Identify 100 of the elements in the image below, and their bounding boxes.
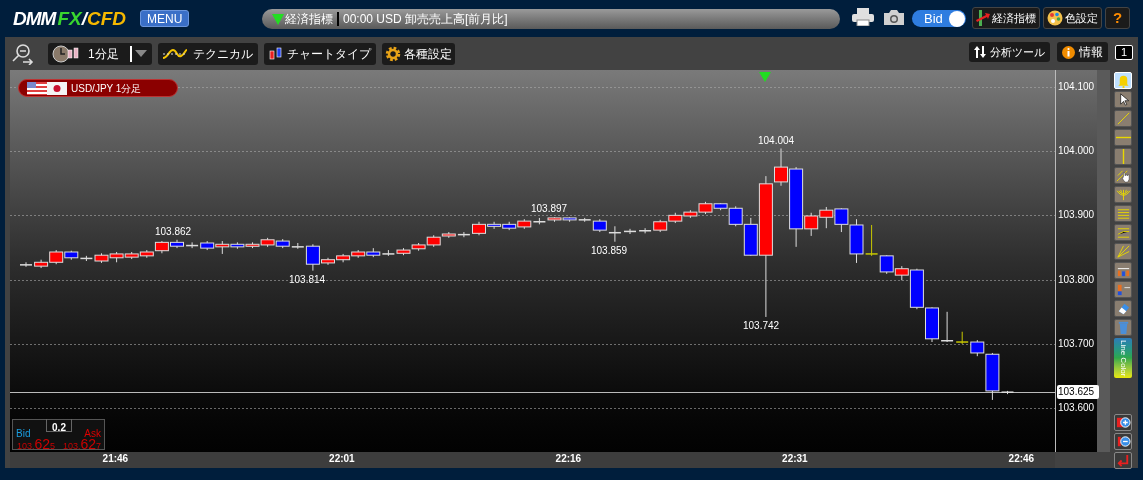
parallel-lines-tool-button[interactable] xyxy=(1114,205,1132,222)
rays-tool-button[interactable] xyxy=(1114,243,1132,260)
candle xyxy=(109,251,124,263)
candle xyxy=(683,209,698,219)
japan-flag-icon xyxy=(47,81,67,95)
candle xyxy=(275,238,290,249)
zoom-in-tool-button[interactable] xyxy=(1114,414,1132,431)
ask-price: 103.627 xyxy=(63,436,102,452)
fan-icon xyxy=(1115,187,1131,202)
channel-icon xyxy=(1115,225,1131,240)
price-label: 103.814 xyxy=(289,275,326,285)
price-tick-label: 104.100 xyxy=(1058,81,1095,92)
candle xyxy=(170,239,184,249)
parallel-lines-icon xyxy=(1115,206,1131,221)
menu-button[interactable]: MENU xyxy=(140,10,190,27)
price-label: 103.742 xyxy=(743,321,780,331)
price-tick-label: 103.700 xyxy=(1058,338,1095,349)
indicator-line-icon xyxy=(163,47,187,60)
horizontal-line-tool-button[interactable] xyxy=(1114,129,1132,146)
dropdown-caret-icon xyxy=(135,50,147,57)
rays-icon xyxy=(1115,244,1131,259)
zoom-in-icon xyxy=(1115,415,1131,430)
diagonal-line-tool-button[interactable] xyxy=(1114,110,1132,127)
price-tick-label: 103.800 xyxy=(1058,274,1095,285)
price-label: 103.862 xyxy=(155,227,192,237)
candle xyxy=(139,249,154,259)
technical-button[interactable]: テクニカル xyxy=(158,42,258,65)
settings-button[interactable]: 各種設定 xyxy=(382,42,455,65)
candle xyxy=(351,249,366,259)
info-button[interactable]: 情報 xyxy=(1057,42,1108,62)
logo-text: DMM xyxy=(13,9,56,28)
help-button[interactable]: ? xyxy=(1105,7,1130,29)
candle xyxy=(200,240,215,251)
price-tick-label: 103.900 xyxy=(1058,210,1095,221)
candle xyxy=(366,247,381,258)
line-hand-icon xyxy=(1115,168,1131,183)
candle xyxy=(154,240,169,254)
candle xyxy=(411,242,426,252)
time-label: 21:46 xyxy=(102,454,129,464)
vertical-line-tool-button[interactable] xyxy=(1114,148,1132,165)
price-tick-label: 103.600 xyxy=(1058,403,1095,414)
ticker-bar[interactable]: 経済指標 00:00 USD 卸売売上高[前月比] xyxy=(262,9,840,29)
spread-value: 0.2 xyxy=(46,419,72,432)
eraser-tool-button[interactable] xyxy=(1114,300,1132,317)
palette-icon xyxy=(1047,10,1063,26)
info-icon xyxy=(1062,45,1075,59)
candles-tool-button[interactable] xyxy=(1114,262,1132,279)
chart-type-button[interactable]: チャートタイプ xyxy=(264,42,376,65)
ticker-text: 00:00 USD 卸売売上高[前月比] xyxy=(343,11,508,28)
bid-toggle[interactable]: Bid xyxy=(912,10,966,27)
time-label: 22:16 xyxy=(555,454,582,464)
line-hand-tool-button[interactable] xyxy=(1114,167,1132,184)
candle xyxy=(124,251,139,260)
chart-arrow-icon xyxy=(976,10,990,26)
fan-tool-button[interactable] xyxy=(1114,186,1132,203)
timeframe-select[interactable]: 1分足 xyxy=(48,42,152,65)
cursor-tool-button[interactable] xyxy=(1114,91,1132,108)
current-price-label: 103.625 xyxy=(1057,385,1099,400)
candle-icon xyxy=(1115,282,1131,297)
return-arrow-tool-button[interactable] xyxy=(1114,452,1132,469)
time-label: 22:01 xyxy=(329,454,355,464)
page-badge[interactable]: 1 xyxy=(1115,44,1133,60)
candle xyxy=(925,306,939,343)
clock-candle-icon xyxy=(52,44,80,63)
price-tick-label: 104.000 xyxy=(1058,146,1095,156)
candle xyxy=(336,253,351,263)
candle xyxy=(502,221,517,231)
camera-icon[interactable] xyxy=(884,9,904,25)
logo-text: / xyxy=(81,9,87,28)
return-arrow-icon xyxy=(1115,453,1131,468)
candle xyxy=(668,212,683,224)
symbol-badge: USD/JPY 1分足 xyxy=(18,79,178,97)
candle xyxy=(819,206,834,229)
line-color-button[interactable]: Line Color xyxy=(1114,338,1132,378)
channel-tool-button[interactable] xyxy=(1114,224,1132,241)
economic-indicator-button[interactable]: 経済指標 xyxy=(972,7,1040,29)
candle xyxy=(396,247,411,256)
zoom-out-tool-button[interactable] xyxy=(1114,433,1132,450)
printer-icon[interactable] xyxy=(852,8,874,26)
triangle-icon xyxy=(272,13,284,25)
settings-icon xyxy=(385,45,401,62)
analysis-tools-button[interactable]: 分析ツール xyxy=(969,42,1050,62)
triangle-marker-icon xyxy=(759,72,771,82)
color-settings-button[interactable]: 色設定 xyxy=(1043,7,1102,29)
candles-icon xyxy=(269,46,283,61)
zoom-search-icon[interactable] xyxy=(11,42,35,65)
ask-label: Ask xyxy=(84,427,101,439)
price-label: 103.859 xyxy=(591,246,628,256)
zoom-out-icon xyxy=(1115,434,1131,449)
us-flag-icon xyxy=(27,81,47,95)
vertical-line-icon xyxy=(1121,149,1125,164)
time-label: 22:46 xyxy=(1008,454,1035,464)
price-label: 104.004 xyxy=(758,136,795,146)
diagonal-line-icon xyxy=(1115,111,1131,126)
logo-text: FX xyxy=(57,9,82,28)
price-label: 103.897 xyxy=(531,204,568,214)
candle xyxy=(260,237,275,248)
horizontal-line-icon xyxy=(1115,136,1131,139)
time-label: 22:31 xyxy=(782,454,808,464)
sort-arrows-icon xyxy=(974,46,986,58)
